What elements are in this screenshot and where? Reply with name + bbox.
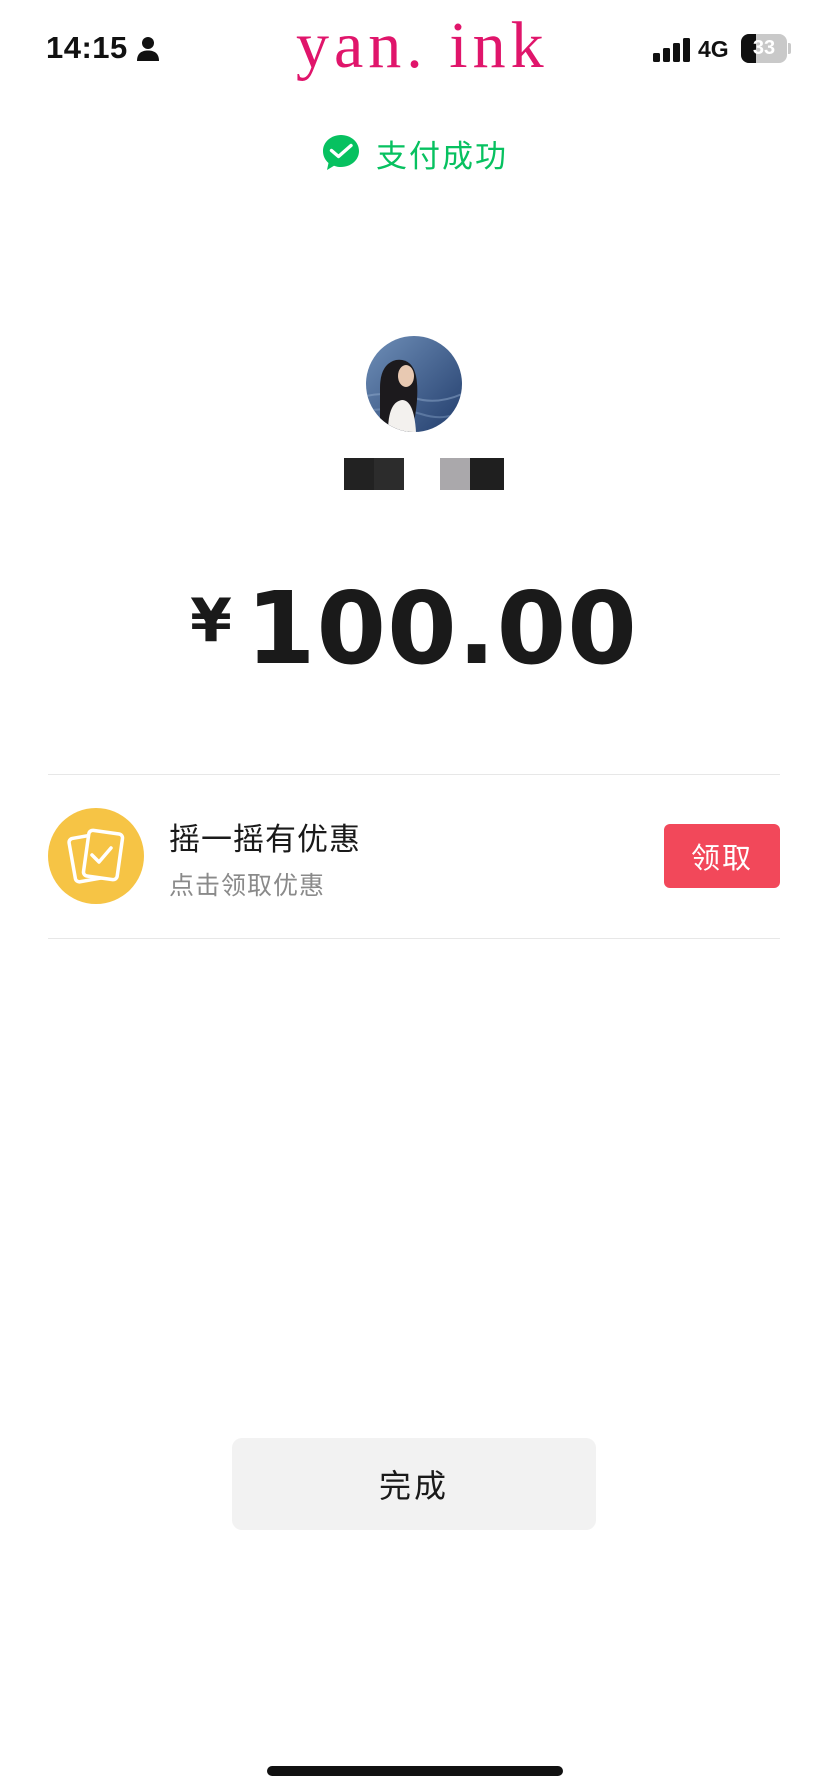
battery-level: 33: [752, 37, 776, 59]
watermark-text: yan. ink: [296, 9, 549, 82]
status-bar: 14:15 yan. ink 4G 33: [0, 0, 828, 100]
payment-success-header: 支付成功: [0, 130, 828, 176]
battery-icon: 33: [741, 34, 791, 63]
claim-button[interactable]: 领取: [664, 824, 780, 888]
network-label: 4G: [698, 36, 729, 62]
currency-symbol: ¥: [190, 586, 232, 656]
promo-title: 摇一摇有优惠: [169, 822, 361, 858]
payment-success-title: 支付成功: [376, 138, 508, 175]
status-time: 14:15: [46, 30, 128, 65]
avatar: [366, 336, 462, 432]
home-indicator[interactable]: [267, 1766, 563, 1776]
wechat-pay-icon: [323, 135, 359, 170]
payee-name-redacted: [310, 450, 518, 500]
payment-amount: ¥ 100.00: [0, 570, 828, 687]
amount-value: 100.00: [245, 570, 638, 687]
shake-promo-row[interactable]: 摇一摇有优惠 点击领取优惠 领取: [48, 774, 780, 938]
signal-icon: [653, 38, 690, 62]
coupon-icon: [48, 808, 144, 904]
divider: [48, 938, 780, 939]
done-button[interactable]: 完成: [232, 1438, 596, 1530]
person-icon: [137, 37, 159, 61]
promo-subtitle: 点击领取优惠: [169, 871, 326, 900]
